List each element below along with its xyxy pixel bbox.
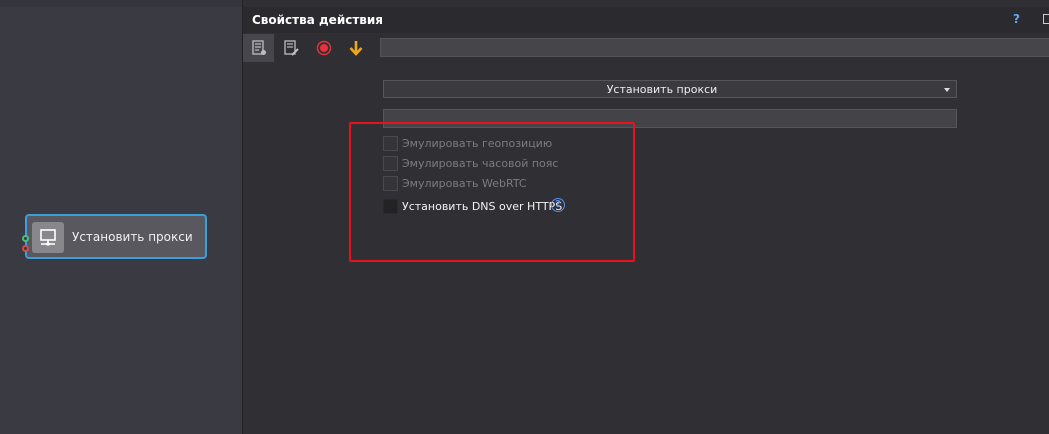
- chevron-down-icon: [944, 88, 950, 92]
- action-type-select[interactable]: Установить прокси: [383, 80, 957, 98]
- edit-button[interactable]: [275, 34, 306, 62]
- node-label: Установить прокси: [72, 230, 193, 244]
- action-properties-panel: Свойства действия ? Установить прокси Эм…: [242, 0, 1049, 434]
- network-computer-icon: [32, 222, 64, 253]
- properties-button[interactable]: [243, 34, 274, 62]
- panel-toolbar: [243, 34, 1049, 62]
- help-button[interactable]: ?: [1013, 12, 1020, 26]
- record-button[interactable]: [308, 34, 339, 62]
- action-type-value: Установить прокси: [606, 83, 718, 96]
- maximize-icon[interactable]: [1043, 14, 1049, 24]
- arrow-down-icon: [349, 41, 363, 56]
- input-port[interactable]: [22, 235, 29, 242]
- move-down-button[interactable]: [340, 34, 371, 62]
- panel-title: Свойства действия: [252, 13, 384, 27]
- workflow-canvas[interactable]: Установить прокси: [0, 0, 242, 434]
- properties-icon: [252, 40, 266, 55]
- action-node-set-proxy[interactable]: Установить прокси: [22, 214, 207, 259]
- record-icon: [316, 40, 332, 56]
- edit-document-icon: [284, 40, 299, 56]
- red-highlight-box: [349, 122, 635, 262]
- toolbar-name-field[interactable]: [380, 38, 1049, 57]
- canvas-top-strip: [0, 0, 242, 7]
- error-port[interactable]: [22, 245, 29, 252]
- panel-header: Свойства действия ?: [243, 7, 1049, 33]
